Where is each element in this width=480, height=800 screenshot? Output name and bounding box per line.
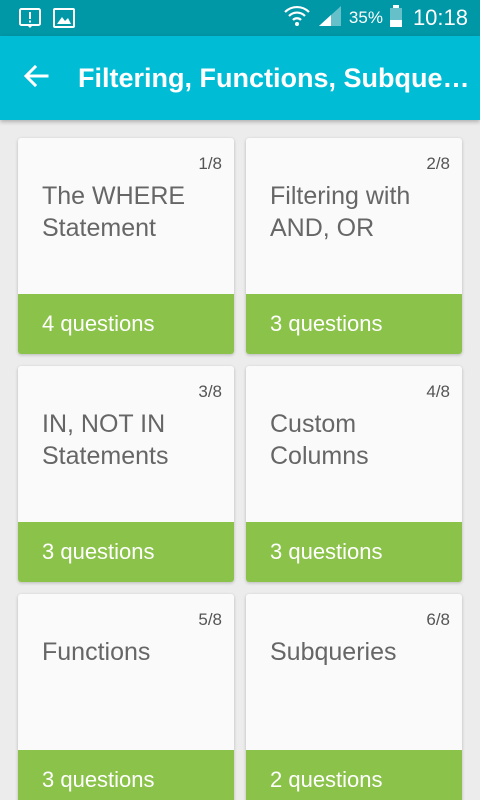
signal-icon [317, 4, 343, 33]
lesson-title: Subqueries [270, 638, 397, 666]
lesson-number: 4/8 [426, 382, 450, 401]
lesson-number: 3/8 [198, 382, 222, 401]
lesson-number: 6/8 [426, 610, 450, 629]
image-notification-icon [52, 6, 76, 30]
lesson-title: IN, NOT IN Statements [42, 410, 169, 470]
status-bar: 35% 10:18 [0, 0, 480, 36]
clock: 10:18 [412, 5, 468, 30]
lesson-card-6[interactable]: 6/8 Subqueries 2 questions [246, 594, 462, 800]
lesson-number: 1/8 [198, 154, 222, 173]
lesson-grid: 1/8 The WHERE Statement 4 questions 2/8 … [0, 120, 480, 800]
lesson-card-1[interactable]: 1/8 The WHERE Statement 4 questions [18, 138, 234, 354]
question-count: 4 questions [18, 294, 234, 354]
app-bar: Filtering, Functions, Subque… [0, 36, 480, 120]
lesson-card-4[interactable]: 4/8 Custom Columns 3 questions [246, 366, 462, 582]
wifi-icon [283, 4, 311, 33]
question-count: 3 questions [246, 522, 462, 582]
back-button[interactable] [16, 58, 56, 98]
lesson-title: The WHERE Statement [42, 182, 186, 242]
question-count: 3 questions [18, 750, 234, 800]
question-count: 3 questions [18, 522, 234, 582]
question-count: 3 questions [246, 294, 462, 354]
lesson-card-5[interactable]: 5/8 Functions 3 questions [18, 594, 234, 800]
lesson-title: Functions [42, 638, 151, 666]
lesson-card-2[interactable]: 2/8 Filtering with AND, OR 3 questions [246, 138, 462, 354]
page-title: Filtering, Functions, Subque… [78, 62, 470, 93]
lesson-card-3[interactable]: 3/8 IN, NOT IN Statements 3 questions [18, 366, 234, 582]
alert-notification-icon [18, 6, 42, 30]
question-count: 2 questions [246, 750, 462, 800]
lesson-number: 2/8 [426, 154, 450, 173]
lesson-number: 5/8 [198, 610, 222, 629]
battery-percentage: 35% [348, 8, 383, 27]
lesson-title: Custom Columns [270, 410, 369, 470]
lesson-title: Filtering with AND, OR [270, 182, 411, 242]
battery-icon [389, 4, 403, 33]
arrow-back-icon [23, 63, 49, 94]
